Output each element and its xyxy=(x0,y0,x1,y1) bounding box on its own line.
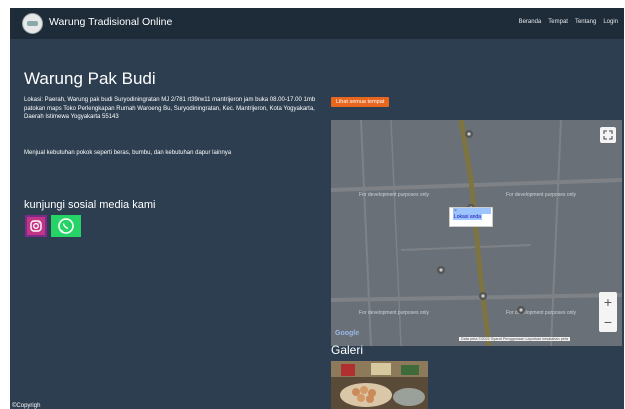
zoom-control: + − xyxy=(599,292,617,332)
site-logo[interactable] xyxy=(22,13,43,34)
description-text: Menjual kebutuhan pokok seperti beras, b… xyxy=(24,150,232,156)
social-heading: kunjungi sosial media kami xyxy=(24,199,156,211)
gallery-photo xyxy=(331,361,428,409)
map-marker-icon[interactable] xyxy=(437,266,445,274)
map-marker-icon[interactable] xyxy=(465,130,473,138)
nav-link-beranda[interactable]: Beranda xyxy=(519,19,542,25)
whatsapp-button[interactable] xyxy=(51,215,81,237)
nav-links: Beranda Tempat Tentang Login xyxy=(519,19,618,25)
navbar: Warung Tradisional Online Beranda Tempat… xyxy=(10,8,624,39)
page-frame: Warung Tradisional Online Beranda Tempat… xyxy=(10,8,624,409)
page-title: Warung Pak Budi xyxy=(24,69,156,88)
map[interactable]: For development purposes only For develo… xyxy=(331,120,622,346)
view-all-places-button[interactable]: Lihat semua tempat xyxy=(331,97,390,107)
instagram-button[interactable] xyxy=(25,215,47,237)
map-marker-icon[interactable] xyxy=(517,306,525,314)
map-terms[interactable]: Data peta ©2022 Syarat Penggunaan Lapork… xyxy=(459,337,571,341)
fullscreen-button[interactable] xyxy=(600,127,616,143)
zoom-out-button[interactable]: − xyxy=(599,312,617,332)
brand-title[interactable]: Warung Tradisional Online xyxy=(49,16,172,28)
whatsapp-icon xyxy=(58,218,74,234)
map-marker-icon[interactable] xyxy=(479,292,487,300)
location-text: Lokasi: Paerah, Warung pak budi Suryodin… xyxy=(24,97,316,121)
location-popup[interactable]: Lokasi anda × xyxy=(449,207,493,227)
nav-link-tentang[interactable]: Tentang xyxy=(575,19,596,25)
close-icon[interactable]: × xyxy=(453,208,491,214)
google-logo: Google xyxy=(335,330,360,337)
nav-link-login[interactable]: Login xyxy=(603,19,618,25)
gallery-heading: Galeri xyxy=(331,343,364,357)
zoom-in-button[interactable]: + xyxy=(599,292,617,312)
map-markers xyxy=(437,130,525,314)
fullscreen-icon xyxy=(603,130,613,140)
footer-copyright: ©Copyrigh xyxy=(12,403,41,409)
gallery-image[interactable] xyxy=(331,361,428,409)
popup-label: Lokasi anda xyxy=(453,214,482,220)
nav-link-tempat[interactable]: Tempat xyxy=(548,19,568,25)
instagram-icon xyxy=(30,220,42,232)
